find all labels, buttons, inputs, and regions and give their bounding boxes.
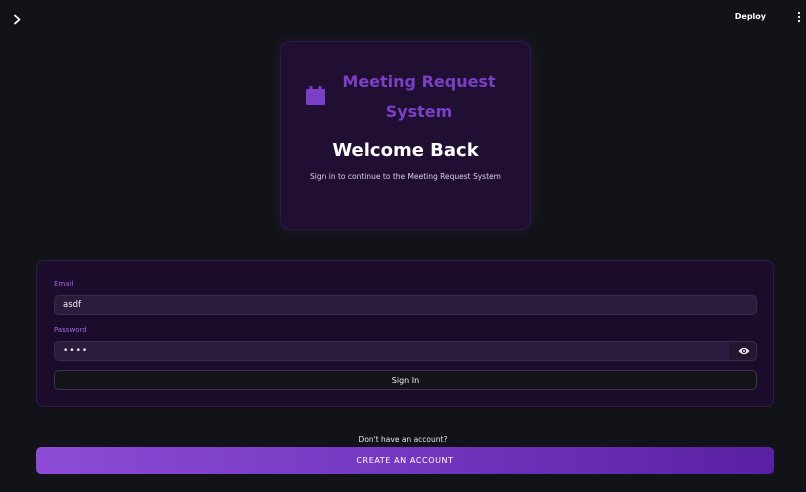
welcome-card: Meeting Request System Welcome Back Sign…: [280, 41, 531, 230]
email-field-wrapper: [54, 295, 757, 315]
email-field[interactable]: [55, 296, 756, 314]
create-account-button[interactable]: CREATE AN ACCOUNT: [36, 447, 774, 474]
calendar-icon: [306, 86, 325, 109]
welcome-heading: Welcome Back: [332, 140, 479, 161]
welcome-subtitle: Sign in to continue to the Meeting Reque…: [310, 172, 501, 181]
app-title: Meeting Request System: [342, 72, 496, 121]
email-label: Email: [54, 280, 74, 288]
signup-prompt: Don't have an account?: [358, 435, 448, 444]
deploy-button[interactable]: Deploy: [735, 11, 766, 23]
password-field-wrapper: ••••: [54, 341, 757, 361]
eye-icon[interactable]: [730, 342, 756, 360]
login-form: Email Password •••• Sign In: [36, 260, 774, 407]
password-field[interactable]: ••••: [55, 346, 730, 356]
chevron-right-icon[interactable]: [10, 12, 24, 26]
more-options-icon[interactable]: [795, 11, 803, 23]
app-page: Deploy Meeting Request System Welcome Ba…: [0, 0, 806, 492]
sign-in-button[interactable]: Sign In: [54, 370, 757, 390]
password-label: Password: [54, 326, 87, 334]
